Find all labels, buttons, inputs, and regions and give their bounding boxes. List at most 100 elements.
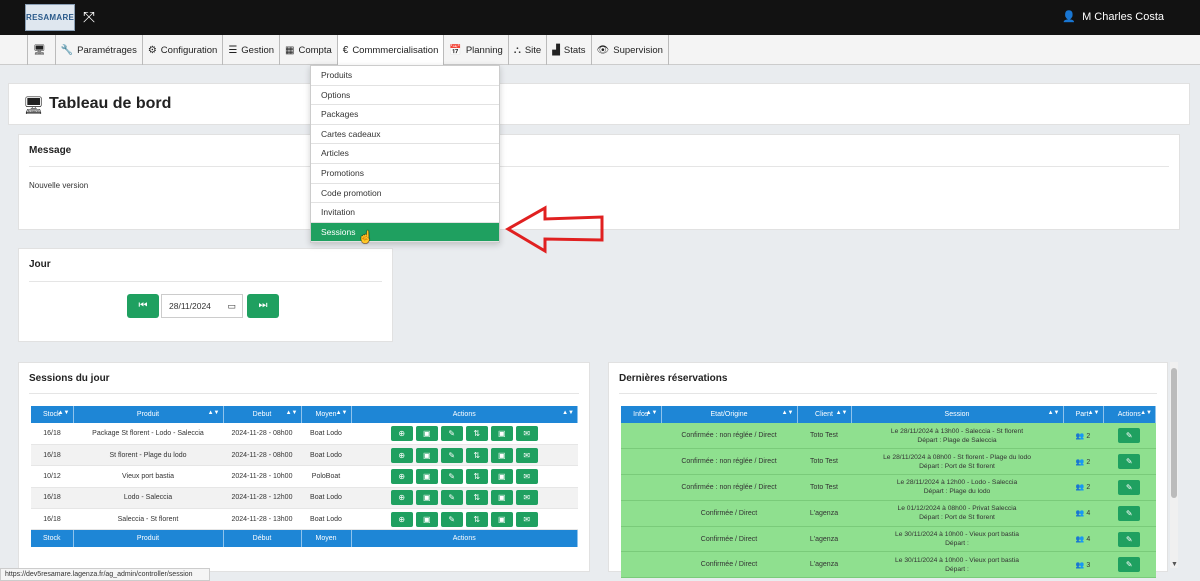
edit-icon[interactable]: ✎ xyxy=(1118,557,1141,573)
departure-line: Départ : xyxy=(945,540,969,548)
cell-actions: ✎ xyxy=(1103,423,1156,450)
column-header-stock[interactable]: Stock ▲▼ xyxy=(31,406,74,423)
header-label: Debut xyxy=(252,411,272,418)
envelope-icon[interactable]: ✉ xyxy=(515,447,538,463)
scrollbar-thumb[interactable] xyxy=(1171,368,1177,498)
cell-infos xyxy=(621,448,661,476)
sort-numeric-icon[interactable]: ⇅ xyxy=(465,490,488,506)
add-icon[interactable]: ⊕ xyxy=(390,490,413,506)
previous-day-button[interactable]: ⏮ xyxy=(127,294,159,318)
status-url: https://dev5resamare.lagenza.fr/ag_admin… xyxy=(0,568,210,581)
calendar-plus-icon[interactable]: ▣ xyxy=(490,490,513,506)
edit-icon[interactable]: ✎ xyxy=(440,468,463,484)
date-input[interactable]: 28/11/2024 ▭ xyxy=(161,294,243,318)
column-header-etat[interactable]: Etat/Origine ▲▼ xyxy=(661,406,798,423)
add-icon[interactable]: ⊕ xyxy=(390,511,413,527)
sessions-title: Sessions du jour xyxy=(29,373,110,384)
calendar-x-icon[interactable]: ▣ xyxy=(415,447,438,463)
column-header-produit[interactable]: Produit ▲▼ xyxy=(73,406,224,423)
nav-gestion[interactable]: ☰ Gestion xyxy=(223,35,281,65)
cell-actions: ✎ xyxy=(1103,551,1156,579)
nav-stats[interactable]: ▟ Stats xyxy=(547,35,592,65)
dropdown-item-sessions[interactable]: Sessions xyxy=(311,222,499,243)
nav-configuration[interactable]: ⚙ Configuration xyxy=(143,35,224,65)
dropdown-item-cartes-cadeaux[interactable]: Cartes cadeaux xyxy=(311,125,499,145)
dropdown-item-articles[interactable]: Articles xyxy=(311,144,499,164)
dropdown-item-invitation[interactable]: Invitation xyxy=(311,203,499,223)
cell-actions: ⊕ ▣ ✎ ⇅ ▣ ✉ xyxy=(351,423,578,445)
sort-icon: ▲▼ xyxy=(1047,410,1060,416)
column-header-moyen[interactable]: Moyen ▲▼ xyxy=(301,406,352,423)
part-count: 2 xyxy=(1086,484,1091,492)
dropdown-item-packages[interactable]: Packages xyxy=(311,105,499,125)
column-header-actions[interactable]: Actions ▲▼ xyxy=(1103,406,1156,423)
nav-site[interactable]: ⛬ Site xyxy=(509,35,548,65)
envelope-icon[interactable]: ✉ xyxy=(515,468,538,484)
calendar-x-icon[interactable]: ▣ xyxy=(415,425,438,441)
nav-parametrages[interactable]: 🔧 Paramétrages xyxy=(56,35,143,65)
calendar-plus-icon[interactable]: ▣ xyxy=(490,468,513,484)
dropdown-item-produits[interactable]: Produits xyxy=(311,66,499,86)
add-icon[interactable]: ⊕ xyxy=(390,468,413,484)
column-header-actions[interactable]: Actions ▲▼ xyxy=(351,406,578,423)
divider xyxy=(29,281,382,282)
edit-icon[interactable]: ✎ xyxy=(440,447,463,463)
column-header-part[interactable]: Part. ▲▼ xyxy=(1063,406,1104,423)
sort-numeric-icon[interactable]: ⇅ xyxy=(465,425,488,441)
nav-compta[interactable]: ▦ Compta xyxy=(280,35,338,65)
edit-icon[interactable]: ✎ xyxy=(1118,505,1141,521)
edit-icon[interactable]: ✎ xyxy=(440,511,463,527)
column-header-debut[interactable]: Debut ▲▼ xyxy=(223,406,302,423)
calendar-plus-icon[interactable]: ▣ xyxy=(490,511,513,527)
sort-numeric-icon[interactable]: ⇅ xyxy=(465,511,488,527)
header-label: Produit xyxy=(136,411,160,418)
part-count: 2 xyxy=(1086,432,1091,440)
column-header-infos[interactable]: Infos ▲▼ xyxy=(621,406,662,423)
fullscreen-icon[interactable]: ⤧ xyxy=(83,10,98,25)
departure-line: Départ : Plage du lodo xyxy=(923,488,991,496)
nav-supervision[interactable]: 👁 Supervision xyxy=(592,35,669,65)
edit-icon[interactable]: ✎ xyxy=(1118,428,1141,444)
nav-dashboard[interactable]: 🖥 xyxy=(28,35,56,65)
edit-icon[interactable]: ✎ xyxy=(440,490,463,506)
column-header-session[interactable]: Session ▲▼ xyxy=(851,406,1064,423)
nav-label: Commmercialisation xyxy=(352,44,439,56)
calendar-x-icon[interactable]: ▣ xyxy=(415,490,438,506)
calendar-icon[interactable]: ▭ xyxy=(227,295,236,317)
edit-icon[interactable]: ✎ xyxy=(1118,531,1141,547)
cell-client: Toto Test xyxy=(797,474,851,501)
header-label: Client xyxy=(815,411,833,418)
page-scrollbar[interactable]: ▼ xyxy=(1170,362,1178,568)
calendar-plus-icon[interactable]: ▣ xyxy=(490,447,513,463)
chart-icon: ▟ xyxy=(552,44,560,56)
column-footer-actions: Actions xyxy=(351,529,578,547)
dropdown-item-promotions[interactable]: Promotions xyxy=(311,164,499,184)
next-day-button[interactable]: ⏭ xyxy=(247,294,279,318)
calendar-plus-icon[interactable]: ▣ xyxy=(490,425,513,441)
dropdown-item-code-promotion[interactable]: Code promotion xyxy=(311,184,499,204)
edit-icon[interactable]: ✎ xyxy=(1118,479,1141,495)
session-line: Le 30/11/2024 à 10h00 - Vieux port basti… xyxy=(895,556,1019,564)
envelope-icon[interactable]: ✉ xyxy=(515,425,538,441)
calendar-x-icon[interactable]: ▣ xyxy=(415,468,438,484)
scroll-down-icon[interactable]: ▼ xyxy=(1171,561,1178,568)
add-icon[interactable]: ⊕ xyxy=(390,447,413,463)
nav-planning[interactable]: 📅 Planning xyxy=(444,35,509,65)
envelope-icon[interactable]: ✉ xyxy=(515,490,538,506)
table-row: Confirmée / Direct L'agenza Le 30/11/202… xyxy=(621,526,1156,553)
logo[interactable]: RESAMARE xyxy=(25,4,75,31)
envelope-icon[interactable]: ✉ xyxy=(515,511,538,527)
column-header-client[interactable]: Client ▲▼ xyxy=(797,406,852,423)
user-menu[interactable]: 👤 M Charles Costa xyxy=(1062,10,1164,23)
dropdown-item-options[interactable]: Options xyxy=(311,86,499,106)
sort-numeric-icon[interactable]: ⇅ xyxy=(465,447,488,463)
nav-label: Gestion xyxy=(241,44,275,56)
nav-commercialisation[interactable]: € Commmercialisation xyxy=(337,35,445,65)
sort-numeric-icon[interactable]: ⇅ xyxy=(465,468,488,484)
add-icon[interactable]: ⊕ xyxy=(390,425,413,441)
cell-part: 👥 4 xyxy=(1063,526,1103,553)
calendar-x-icon[interactable]: ▣ xyxy=(415,511,438,527)
cell-infos xyxy=(621,551,661,579)
edit-icon[interactable]: ✎ xyxy=(440,425,463,441)
edit-icon[interactable]: ✎ xyxy=(1118,454,1141,470)
